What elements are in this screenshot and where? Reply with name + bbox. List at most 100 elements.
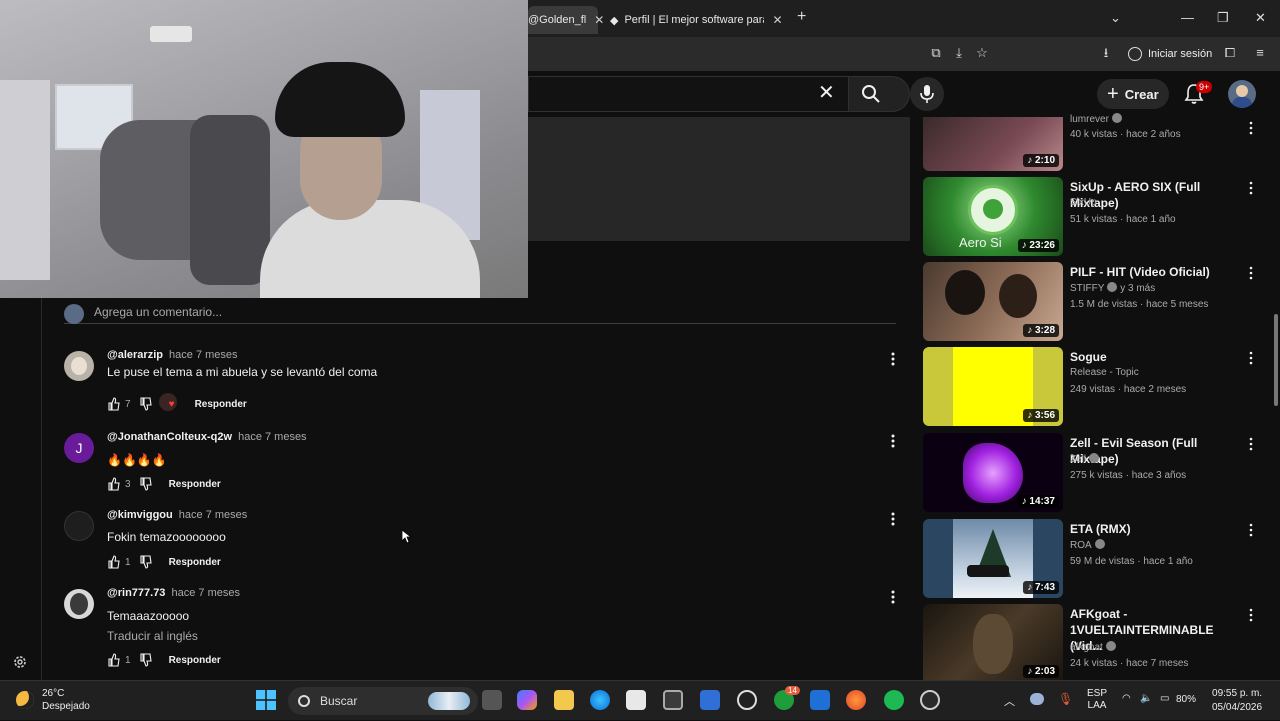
video-thumbnail[interactable]: ♪ 14:37: [923, 433, 1063, 512]
spotify-icon[interactable]: [884, 690, 904, 710]
store-icon[interactable]: [626, 690, 646, 710]
wifi-icon[interactable]: ◠: [1122, 693, 1131, 704]
comment-author[interactable]: @kimviggou: [107, 509, 173, 521]
sign-in-button[interactable]: Iniciar sesión: [1128, 44, 1212, 64]
more-options-icon[interactable]: [890, 511, 896, 527]
file-explorer-icon[interactable]: [554, 690, 574, 710]
download-icon[interactable]: ⭳: [1098, 45, 1114, 61]
star-icon[interactable]: ☆: [974, 45, 990, 61]
weather-widget[interactable]: 26°C Despejado: [16, 687, 90, 713]
avatar[interactable]: [64, 511, 94, 541]
video-title[interactable]: Sogue: [1070, 349, 1240, 365]
thumbs-up-icon[interactable]: [107, 477, 121, 491]
related-video-item[interactable]: ♪ 2:03 AFKgoat - 1VUELTAINTERMINABLE (Vi…: [923, 604, 1263, 680]
volume-icon[interactable]: 🔈: [1140, 693, 1152, 704]
more-options-icon[interactable]: [1249, 351, 1253, 365]
video-player[interactable]: [528, 117, 910, 241]
thumbs-up-icon[interactable]: [107, 555, 121, 569]
edge-icon[interactable]: [590, 690, 610, 710]
task-view-icon[interactable]: [482, 690, 502, 710]
cloud-icon[interactable]: [1030, 693, 1044, 705]
clear-search-icon[interactable]: ✕: [818, 83, 835, 103]
thumbs-up-icon[interactable]: [107, 653, 121, 667]
voice-search-button[interactable]: [910, 77, 944, 111]
reply-button[interactable]: Responder: [169, 479, 221, 490]
video-channel[interactable]: Release - Topic: [1070, 367, 1139, 378]
new-tab-button[interactable]: +: [797, 8, 806, 26]
battery-icon[interactable]: ▭: [1160, 693, 1169, 704]
tab-golden[interactable]: @Golden_fl ✕: [528, 6, 604, 34]
more-options-icon[interactable]: [1249, 121, 1253, 135]
related-video-item[interactable]: ♪ 2:10 lumrever 40 k vistas · hace 2 año…: [923, 113, 1263, 171]
related-video-item[interactable]: Aero Si ♪ 23:26 SixUp - AERO SIX (Full M…: [923, 177, 1263, 257]
comment-time[interactable]: hace 7 meses: [179, 509, 247, 521]
avatar[interactable]: [64, 351, 94, 381]
video-thumbnail[interactable]: Aero Si ♪ 23:26: [923, 177, 1063, 256]
thumbs-up-icon[interactable]: [107, 397, 121, 411]
thumbs-down-icon[interactable]: [139, 397, 153, 411]
outlook-icon[interactable]: [810, 690, 830, 710]
window-close-button[interactable]: ✕: [1255, 10, 1266, 26]
comment-input-row[interactable]: Agrega un comentario...: [64, 302, 896, 324]
related-video-item[interactable]: ♪ 3:56 Sogue Release - Topic 249 vistas …: [923, 347, 1263, 427]
chevron-down-icon[interactable]: ⌄: [1110, 10, 1121, 26]
create-button[interactable]: + Crear: [1097, 79, 1169, 109]
video-channel[interactable]: STIFFY y 3 más: [1070, 282, 1155, 294]
reply-button[interactable]: Responder: [169, 655, 221, 666]
tab-perfil[interactable]: ◆ Perfil | El mejor software para p ✕: [606, 6, 786, 34]
comment-author[interactable]: @rin777.73: [107, 587, 165, 599]
comment-author[interactable]: @JonathanColteux-q2w: [107, 431, 232, 443]
comment-time[interactable]: hace 7 meses: [169, 349, 237, 361]
gear-icon[interactable]: [12, 654, 28, 670]
thumbs-down-icon[interactable]: [139, 653, 153, 667]
microphone-icon[interactable]: 🎙: [1058, 692, 1073, 706]
comment-time[interactable]: hace 7 meses: [172, 587, 240, 599]
more-options-icon[interactable]: [1249, 523, 1253, 537]
windows-start-icon[interactable]: [256, 690, 276, 710]
search-button[interactable]: [848, 76, 910, 112]
search-input[interactable]: [528, 76, 848, 112]
more-options-icon[interactable]: [1249, 608, 1253, 622]
reply-button[interactable]: Responder: [195, 399, 247, 410]
thumbs-down-icon[interactable]: [139, 477, 153, 491]
related-video-item[interactable]: ♪ 3:28 PILF - HIT (Video Oficial) STIFFY…: [923, 262, 1263, 342]
video-thumbnail[interactable]: ♪ 3:56: [923, 347, 1063, 426]
app-icon[interactable]: [920, 690, 940, 710]
video-title[interactable]: PILF - HIT (Video Oficial): [1070, 264, 1240, 280]
video-thumbnail[interactable]: ♪ 2:10: [923, 117, 1063, 171]
vscode-icon[interactable]: [700, 690, 720, 710]
menu-icon[interactable]: ≡: [1252, 45, 1268, 61]
chevron-up-icon[interactable]: ︿: [1004, 693, 1015, 709]
extensions-icon[interactable]: ⧠: [1222, 45, 1238, 61]
comment-input[interactable]: Agrega un comentario...: [94, 305, 222, 319]
close-icon[interactable]: ✕: [772, 13, 782, 27]
more-options-icon[interactable]: [1249, 437, 1253, 451]
video-thumbnail[interactable]: ♪ 3:28: [923, 262, 1063, 341]
video-channel[interactable]: ROA: [1070, 539, 1105, 551]
more-options-icon[interactable]: [890, 589, 896, 605]
close-icon[interactable]: ✕: [594, 13, 604, 27]
app-icon[interactable]: [663, 690, 683, 710]
video-channel[interactable]: SixUp: [1070, 197, 1097, 208]
video-thumbnail[interactable]: ♪ 7:43: [923, 519, 1063, 598]
copilot-icon[interactable]: [517, 690, 537, 710]
related-video-item[interactable]: ♪ 7:43 ETA (RMX) ROA 59 M de vistas · ha…: [923, 519, 1263, 599]
reply-button[interactable]: Responder: [169, 557, 221, 568]
related-video-item[interactable]: ♪ 14:37 Zell - Evil Season (Full Mixtape…: [923, 433, 1263, 513]
thumbs-down-icon[interactable]: [139, 555, 153, 569]
more-options-icon[interactable]: [890, 351, 896, 367]
avatar[interactable]: [1228, 80, 1256, 108]
minimize-button[interactable]: —: [1181, 10, 1194, 25]
comment-time[interactable]: hace 7 meses: [238, 431, 306, 443]
scrollbar[interactable]: [1274, 314, 1278, 406]
more-options-icon[interactable]: [890, 433, 896, 449]
video-thumbnail[interactable]: ♪ 2:03: [923, 604, 1063, 680]
more-options-icon[interactable]: [1249, 181, 1253, 195]
video-channel[interactable]: Zell: [1070, 453, 1100, 465]
install-icon[interactable]: ⤓: [951, 45, 967, 61]
firefox-icon[interactable]: [846, 690, 866, 710]
more-options-icon[interactable]: [1249, 266, 1253, 280]
video-title[interactable]: ETA (RMX): [1070, 521, 1240, 537]
taskbar-search[interactable]: Buscar: [288, 687, 478, 715]
translate-link[interactable]: Traducir al inglés: [107, 629, 198, 643]
